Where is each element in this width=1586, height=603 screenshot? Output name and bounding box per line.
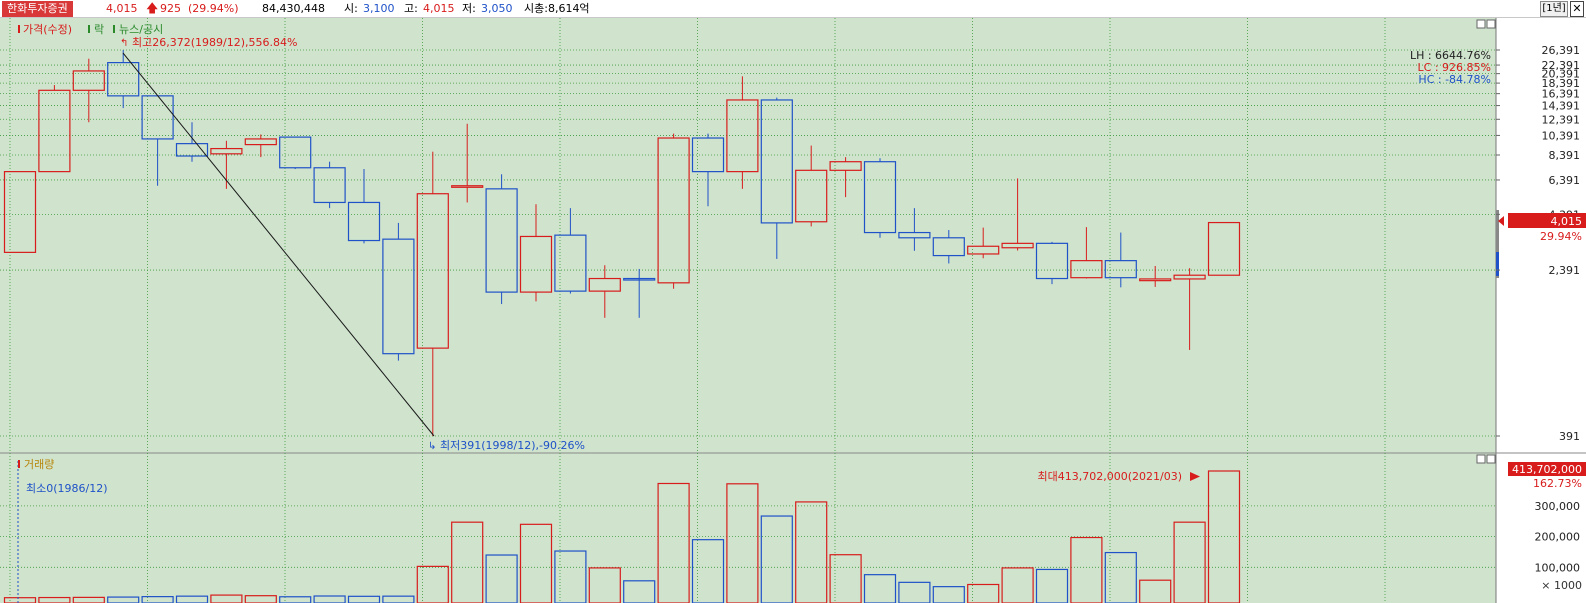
market-cap: 시총:8,614억 — [524, 2, 590, 15]
volume-tick-label: 300,000 — [1535, 500, 1581, 513]
price-tick-label: 14,391 — [1542, 100, 1581, 113]
current-pct-label: 29.94% — [1540, 230, 1582, 243]
volume-pct-label: 162.73% — [1533, 477, 1582, 490]
current-price: 4,015 — [106, 2, 138, 15]
price-tick-label: 26,391 — [1542, 44, 1581, 57]
low-arrow-icon: ↳ — [428, 441, 436, 452]
volume-max-label: 413,702,000 — [1512, 463, 1582, 476]
volume-min-annotation: 최소0(1986/12) — [26, 482, 108, 495]
high-label: 고: — [404, 2, 418, 15]
legend-news-marker — [113, 25, 115, 33]
price-tick-label: 391 — [1559, 430, 1580, 443]
panel-close-icon[interactable] — [1486, 19, 1496, 29]
price-tick-label: 6,391 — [1549, 174, 1581, 187]
price-tick-label: 8,391 — [1549, 149, 1581, 162]
current-price-label: 4,015 — [1551, 215, 1583, 228]
price-tick-label: 12,391 — [1542, 113, 1581, 126]
open-label: 시: — [344, 2, 358, 15]
low-label: 저: — [462, 2, 476, 15]
low-annotation: 최저391(1998/12),-90.26% — [440, 439, 585, 452]
price-range-strip-blue — [1496, 252, 1499, 276]
volume-max-annotation: 최대413,702,000(2021/03) — [1037, 470, 1182, 483]
price-tick-label: 10,391 — [1542, 129, 1581, 142]
volume-tick-label: 100,000 — [1535, 561, 1581, 574]
stock-info-bar: 한화투자증권 4,015 🡅 925 (29.94%) 84,430,448 시… — [0, 0, 1586, 18]
price-change-pct: (29.94%) — [188, 2, 239, 15]
arrow-up-icon: 🡅 — [146, 1, 159, 15]
legend-volume: 거래량 — [24, 458, 54, 471]
volume-panel-close-icon[interactable] — [1486, 454, 1496, 464]
stat-hc: HC : -84.78% — [1418, 73, 1491, 86]
legend-price: 가격(수정) — [23, 23, 72, 36]
stock-chart[interactable]: 26,39122,39120,39118,39116,39114,39112,3… — [0, 18, 1586, 603]
close-icon[interactable]: ✕ — [1570, 1, 1584, 17]
volume-panel-minimize-icon[interactable] — [1476, 454, 1486, 464]
stock-name[interactable]: 한화투자증권 — [2, 1, 73, 17]
volume-unit-label: × 1000 — [1541, 579, 1582, 592]
price-change: 925 — [160, 2, 181, 15]
panel-minimize-icon[interactable] — [1476, 19, 1486, 29]
volume-axis-ticks: 100,000 200,000 300,000 — [1535, 500, 1581, 574]
price-tick-label: 2,391 — [1549, 264, 1581, 277]
volume-tick-label: 200,000 — [1535, 531, 1581, 544]
legend-rights-marker — [88, 25, 90, 33]
high-value: 4,015 — [423, 2, 455, 15]
legend-volume-marker — [18, 460, 20, 468]
low-value: 3,050 — [481, 2, 513, 15]
legend-price-marker — [18, 25, 20, 33]
open-value: 3,100 — [363, 2, 395, 15]
high-annotation: 최고26,372(1989/12),556.84% — [132, 36, 297, 49]
legend-rights: 락 — [94, 23, 104, 36]
high-arrow-icon: ↰ — [120, 38, 128, 49]
period-button[interactable]: [1년] — [1540, 1, 1568, 17]
legend-news: 뉴스/공시 — [119, 23, 163, 36]
volume: 84,430,448 — [262, 2, 325, 15]
